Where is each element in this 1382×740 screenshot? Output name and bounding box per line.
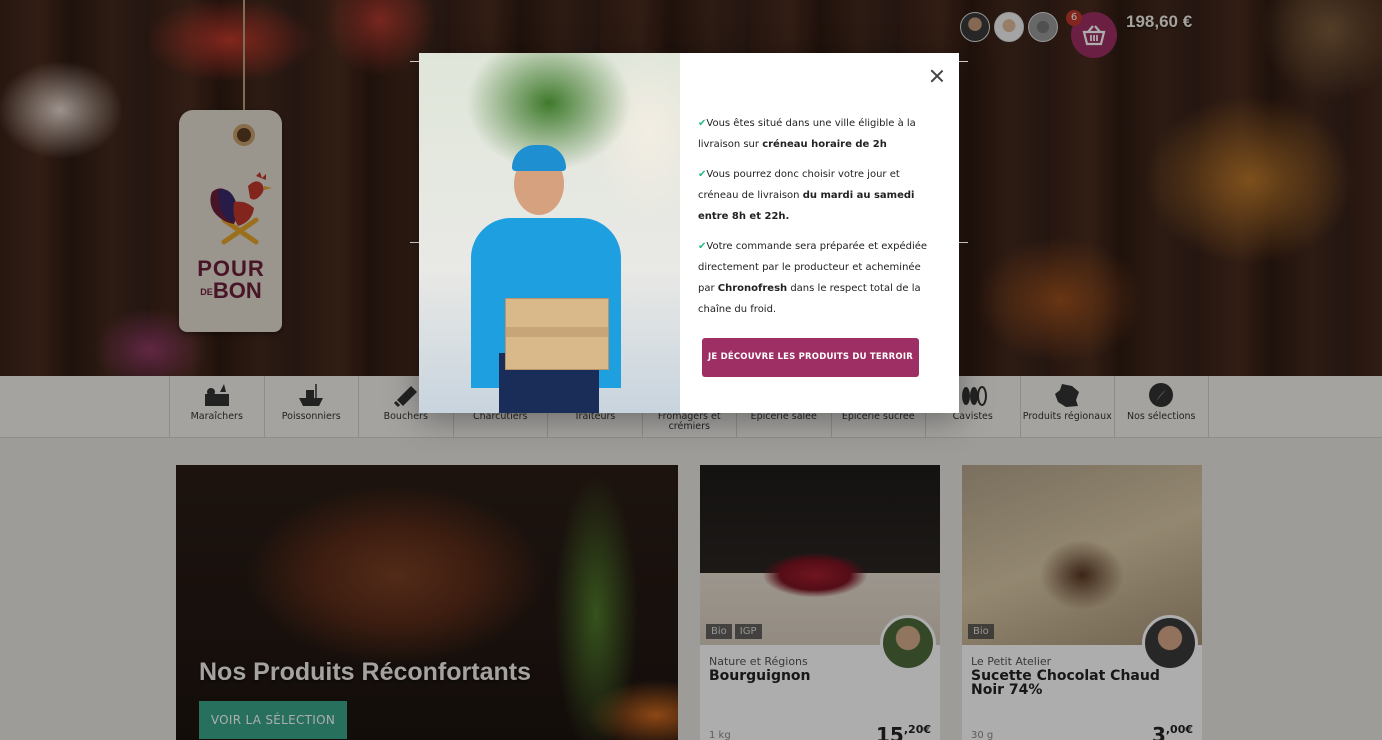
parcel-box [505,298,609,370]
modal-frame-line [959,61,968,62]
delivery-info-modal: ✔Vous êtes situé dans une ville éligible… [419,53,959,413]
courier-cap [512,145,566,171]
info-paragraph-2: ✔Vous pourrez donc choisir votre jour et… [698,169,915,222]
info-paragraph-1: ✔Vous êtes situé dans une ville éligible… [698,118,916,150]
info-paragraph-3: ✔Votre commande sera préparée et expédié… [698,241,928,315]
modal-frame-line [959,242,968,243]
close-icon[interactable] [928,67,946,85]
modal-frame-line [410,61,419,62]
modal-text: ✔Vous êtes situé dans une ville éligible… [698,113,928,329]
discover-products-button[interactable]: JE DÉCOUVRE LES PRODUITS DU TERROIR [702,338,919,377]
courier-photo [419,53,680,413]
modal-frame-line [410,242,419,243]
